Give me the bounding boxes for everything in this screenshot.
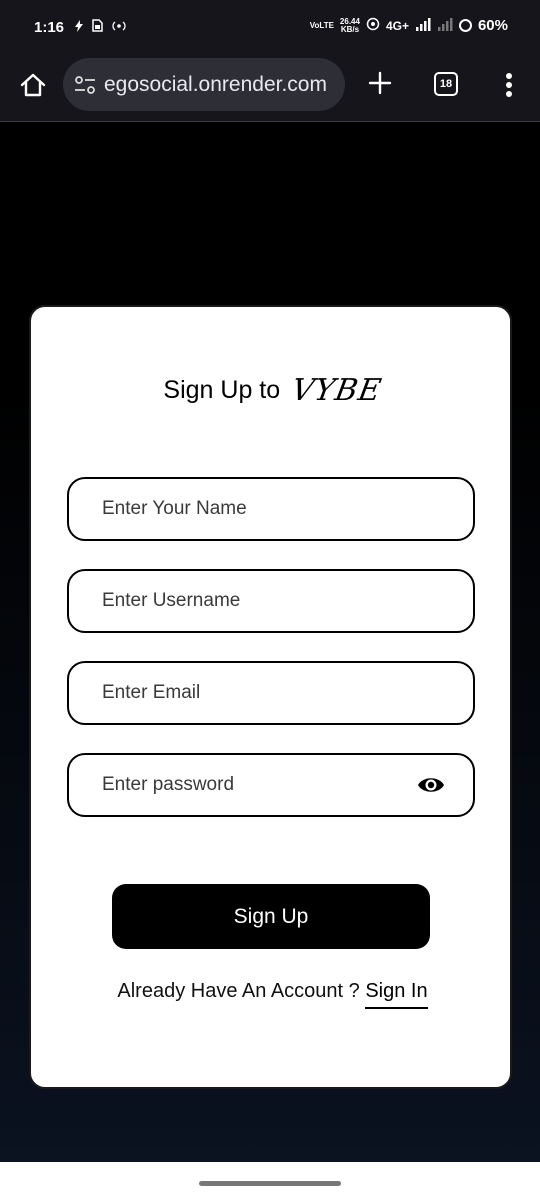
browser-menu-button[interactable] bbox=[503, 70, 515, 100]
signin-link[interactable]: Sign In bbox=[365, 980, 428, 1009]
navigation-bar bbox=[0, 1162, 540, 1200]
status-bar: 1:16 VoLTE 26.44 KB/s 4G+ 60% bbox=[0, 0, 540, 56]
tab-switcher-button[interactable]: 18 bbox=[434, 72, 458, 96]
url-text[interactable]: egosocial.onrender.com bbox=[104, 73, 327, 97]
battery-level: 60% bbox=[477, 17, 508, 34]
password-field[interactable] bbox=[67, 753, 475, 817]
email-field[interactable] bbox=[67, 661, 475, 725]
status-time: 1:16 bbox=[34, 19, 65, 36]
signin-prompt: Already Have An Account ? Sign In bbox=[31, 980, 514, 1009]
username-field[interactable] bbox=[67, 569, 475, 633]
plus-icon bbox=[368, 71, 392, 95]
password-input[interactable] bbox=[102, 769, 422, 801]
status-left-icons bbox=[74, 19, 127, 35]
address-bar[interactable]: egosocial.onrender.com bbox=[63, 58, 345, 111]
site-settings-icon[interactable] bbox=[74, 75, 96, 95]
hotspot-icon bbox=[111, 20, 127, 35]
bolt-icon bbox=[74, 19, 84, 35]
signup-button[interactable]: Sign Up bbox=[112, 884, 430, 949]
account-prompt-text: Already Have An Account ? bbox=[117, 980, 366, 1002]
volte-indicator: VoLTE bbox=[309, 20, 334, 30]
home-button[interactable] bbox=[18, 70, 48, 100]
gesture-handle[interactable] bbox=[199, 1181, 341, 1186]
sim-icon bbox=[92, 19, 103, 35]
tab-count: 18 bbox=[439, 78, 453, 90]
name-input[interactable] bbox=[102, 493, 422, 525]
signal-secondary-icon bbox=[437, 17, 453, 34]
network-type: 4G+ bbox=[385, 18, 409, 33]
form-title: Sign Up to VYBE bbox=[31, 373, 514, 408]
battery-saver-icon bbox=[458, 19, 472, 32]
signup-card: Sign Up to VYBE Sign Up Already Have An … bbox=[29, 305, 512, 1089]
show-password-icon[interactable] bbox=[417, 774, 445, 796]
network-speed: 26.44 KB/s bbox=[339, 16, 360, 34]
title-text: Sign Up to bbox=[163, 376, 281, 404]
status-right-icons: VoLTE 26.44 KB/s 4G+ 60% bbox=[310, 17, 508, 34]
signal-icon bbox=[415, 17, 431, 34]
browser-toolbar: egosocial.onrender.com 18 bbox=[0, 56, 540, 122]
new-tab-button[interactable] bbox=[365, 68, 395, 98]
wifi-calling-icon bbox=[366, 17, 380, 34]
name-field[interactable] bbox=[67, 477, 475, 541]
home-icon bbox=[20, 73, 46, 97]
brand-logo: VYBE bbox=[289, 373, 385, 408]
email-input[interactable] bbox=[102, 677, 422, 709]
page-content: Sign Up to VYBE Sign Up Already Have An … bbox=[0, 122, 540, 1162]
more-vertical-icon bbox=[506, 73, 512, 97]
username-input[interactable] bbox=[102, 585, 422, 617]
